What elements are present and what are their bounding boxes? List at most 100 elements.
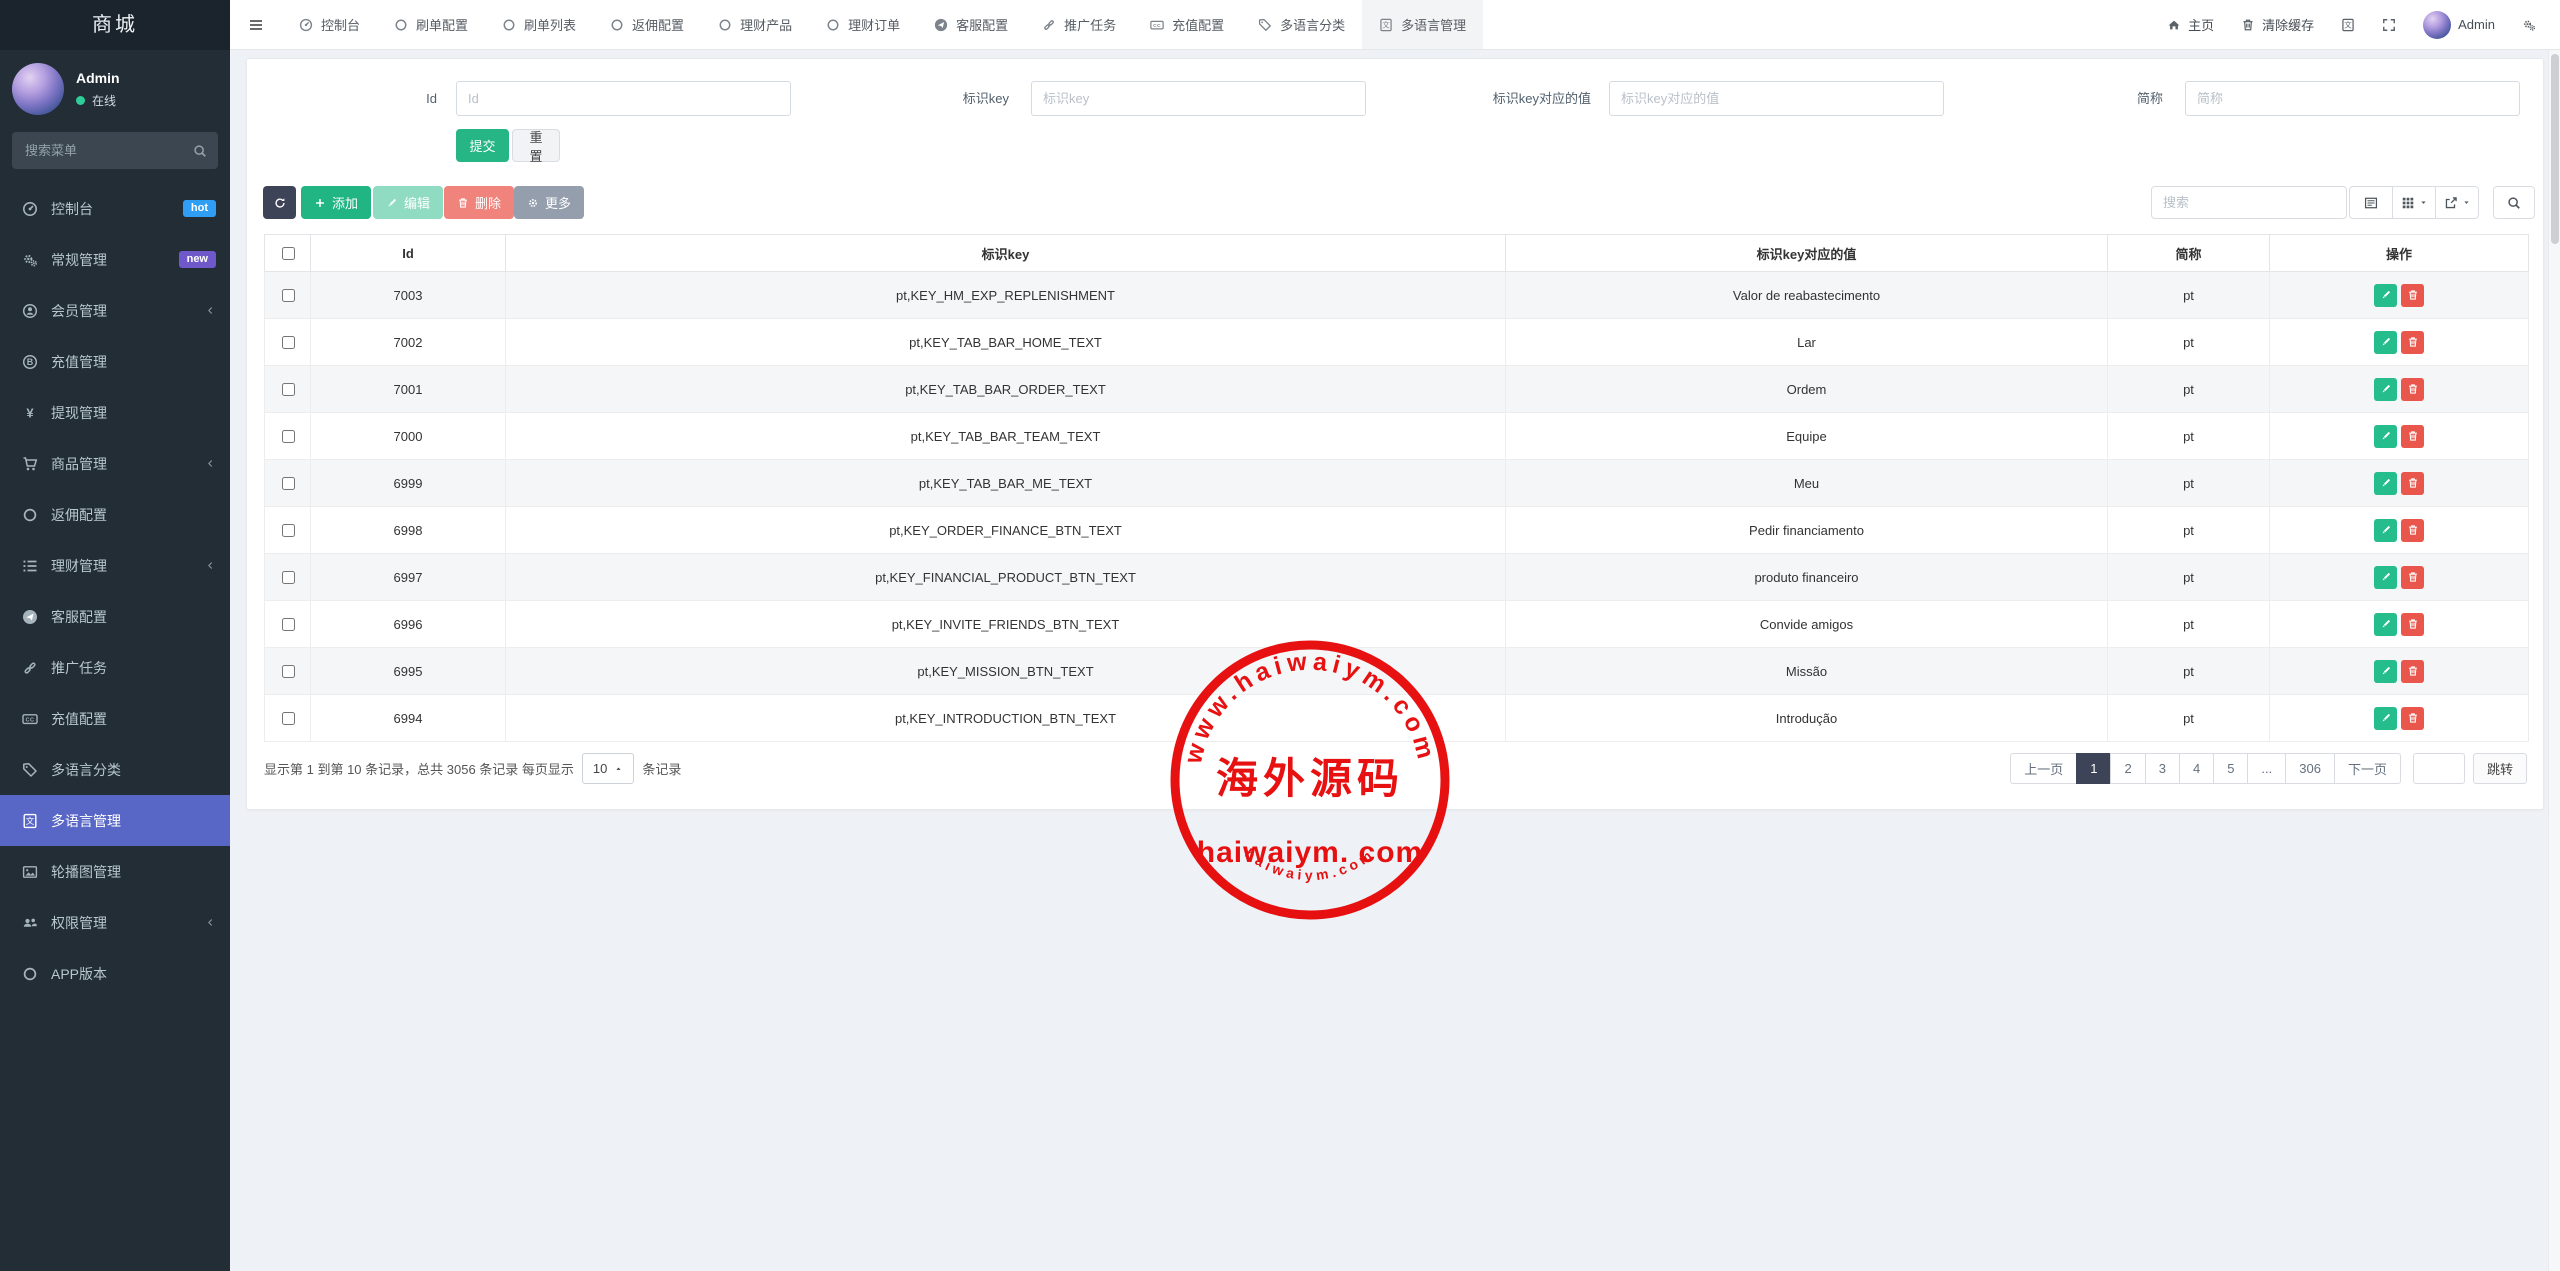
refresh-button[interactable] [263,186,296,219]
row-edit-button[interactable] [2374,378,2397,401]
page-button-5[interactable]: 5 [2213,753,2248,784]
row-edit-button[interactable] [2374,284,2397,307]
jump-button[interactable]: 跳转 [2473,753,2527,784]
row-edit-button[interactable] [2374,613,2397,636]
sidebar-item-9[interactable]: 推广任务 [0,642,230,693]
row-checkbox[interactable] [282,665,295,678]
row-checkbox[interactable] [282,336,295,349]
sidebar-item-13[interactable]: 轮播图管理 [0,846,230,897]
row-edit-button[interactable] [2374,566,2397,589]
sidebar-item-2[interactable]: 会员管理 [0,285,230,336]
jump-page-input[interactable] [2413,753,2465,784]
settings-button[interactable] [2522,18,2536,32]
export-button[interactable] [2435,186,2479,219]
filter-id-input[interactable] [456,81,791,116]
translate-button[interactable] [2341,18,2355,32]
sidebar-item-12[interactable]: 多语言管理 [0,795,230,846]
page-size-select[interactable]: 10 [582,753,634,784]
row-checkbox[interactable] [282,571,295,584]
pagination-next-button[interactable]: 下一页 [2334,753,2401,784]
sidebar-search-input[interactable] [12,132,218,169]
page-button-2[interactable]: 2 [2110,753,2145,784]
tab-7[interactable]: 推广任务 [1025,0,1133,49]
row-edit-button[interactable] [2374,331,2397,354]
sidebar-item-10[interactable]: 充值配置 [0,693,230,744]
row-edit-button[interactable] [2374,425,2397,448]
row-checkbox[interactable] [282,618,295,631]
sidebar-item-5[interactable]: 商品管理 [0,438,230,489]
table-search-input[interactable] [2151,186,2347,219]
fullscreen-button[interactable] [2382,18,2396,32]
sidebar-item-11[interactable]: 多语言分类 [0,744,230,795]
row-checkbox[interactable] [282,289,295,302]
row-checkbox[interactable] [282,712,295,725]
page-button-1[interactable]: 1 [2076,753,2111,784]
row-edit-button[interactable] [2374,472,2397,495]
pagination-prev-button[interactable]: 上一页 [2010,753,2077,784]
filter-value-input[interactable] [1609,81,1944,116]
tab-5[interactable]: 理财订单 [809,0,917,49]
table-search-button[interactable] [2493,186,2535,219]
row-checkbox[interactable] [282,477,295,490]
page-button-4[interactable]: 4 [2179,753,2214,784]
scrollbar[interactable] [2548,50,2560,1271]
row-checkbox[interactable] [282,430,295,443]
row-edit-button[interactable] [2374,519,2397,542]
delete-button[interactable]: 删除 [444,186,514,219]
user-menu[interactable]: Admin [2423,11,2495,39]
row-delete-button[interactable] [2401,660,2424,683]
sidebar-item-7[interactable]: 理财管理 [0,540,230,591]
sidebar-item-0[interactable]: 控制台hot [0,183,230,234]
tab-0[interactable]: 控制台 [282,0,377,49]
tab-8[interactable]: 充值配置 [1133,0,1241,49]
sidebar-item-1[interactable]: 常规管理new [0,234,230,285]
columns-button[interactable] [2392,186,2436,219]
row-delete-button[interactable] [2401,566,2424,589]
menu-toggle-button[interactable] [230,0,282,49]
more-button[interactable]: 更多 [514,186,584,219]
add-button[interactable]: 添加 [301,186,371,219]
page-button-3[interactable]: 3 [2145,753,2180,784]
row-delete-button[interactable] [2401,613,2424,636]
tab-3[interactable]: 返佣配置 [593,0,701,49]
detail-view-button[interactable] [2349,186,2393,219]
page-button-...[interactable]: ... [2247,753,2286,784]
tab-10[interactable]: 多语言管理 [1362,0,1483,49]
cell-abbr: pt [2108,413,2270,460]
page-button-306[interactable]: 306 [2285,753,2335,784]
row-delete-button[interactable] [2401,472,2424,495]
cell-key: pt,KEY_FINANCIAL_PRODUCT_BTN_TEXT [506,554,1506,601]
select-all-checkbox[interactable] [282,247,295,260]
filter-abbr-input[interactable] [2185,81,2520,116]
row-delete-button[interactable] [2401,707,2424,730]
home-link[interactable]: 主页 [2167,15,2214,34]
sidebar-item-4[interactable]: 提现管理 [0,387,230,438]
sidebar-item-6[interactable]: 返佣配置 [0,489,230,540]
sidebar-item-3[interactable]: 充值管理 [0,336,230,387]
tab-9[interactable]: 多语言分类 [1241,0,1362,49]
filter-key-input[interactable] [1031,81,1366,116]
tab-1[interactable]: 刷单配置 [377,0,485,49]
submit-button[interactable]: 提交 [456,129,509,162]
tab-2[interactable]: 刷单列表 [485,0,593,49]
row-edit-button[interactable] [2374,707,2397,730]
sidebar-item-8[interactable]: 客服配置 [0,591,230,642]
reset-button[interactable]: 重置 [512,129,560,162]
tab-4[interactable]: 理财产品 [701,0,809,49]
search-icon[interactable] [193,144,207,158]
tab-6[interactable]: 客服配置 [917,0,1025,49]
sidebar-item-15[interactable]: APP版本 [0,948,230,999]
row-edit-button[interactable] [2374,660,2397,683]
row-delete-button[interactable] [2401,425,2424,448]
row-delete-button[interactable] [2401,378,2424,401]
row-delete-button[interactable] [2401,284,2424,307]
row-checkbox[interactable] [282,383,295,396]
row-delete-button[interactable] [2401,331,2424,354]
row-checkbox[interactable] [282,524,295,537]
sidebar-item-14[interactable]: 权限管理 [0,897,230,948]
tab-label: 控制台 [321,15,360,34]
edit-button[interactable]: 编辑 [373,186,443,219]
row-delete-button[interactable] [2401,519,2424,542]
scrollbar-thumb[interactable] [2551,54,2559,244]
clear-cache-link[interactable]: 清除缓存 [2241,15,2314,34]
